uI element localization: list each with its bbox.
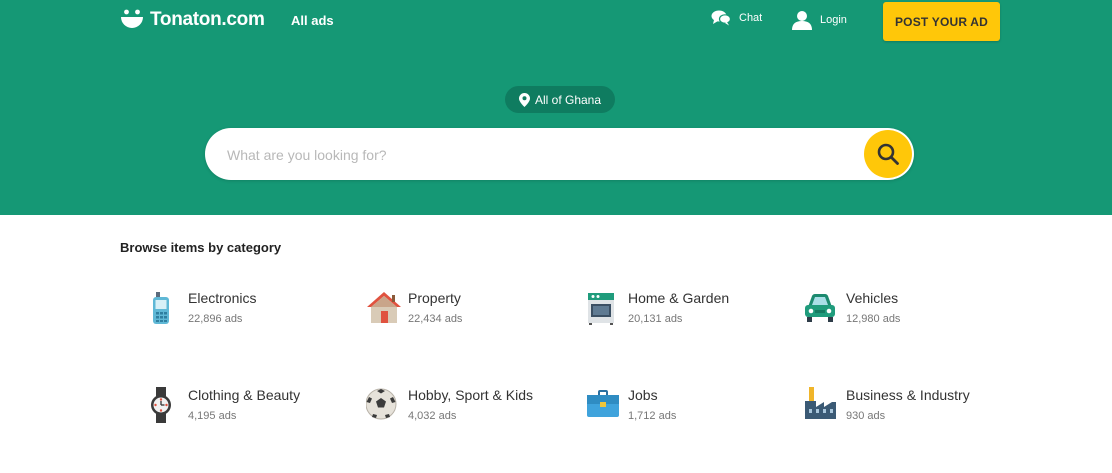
category-name: Jobs <box>628 387 658 403</box>
site-logo[interactable]: Tonaton.com <box>120 7 265 33</box>
category-count: 930 ads <box>846 410 886 422</box>
category-name: Property <box>408 290 461 306</box>
category-property[interactable]: Property 22,434 ads <box>366 290 576 340</box>
category-name: Hobby, Sport & Kids <box>408 387 534 403</box>
category-name: Business & Industry <box>846 387 970 403</box>
stove-icon <box>588 293 614 325</box>
football-icon <box>366 388 397 420</box>
category-name: Home & Garden <box>628 290 730 306</box>
chat-label: Chat <box>739 12 763 24</box>
category-jobs[interactable]: Jobs 1,712 ads <box>586 387 796 437</box>
chat-bubbles-icon <box>711 10 731 26</box>
login-label: Login <box>820 14 847 26</box>
house-icon <box>367 292 401 323</box>
search-input[interactable] <box>225 140 859 170</box>
category-clothing-beauty[interactable]: Clothing & Beauty 4,195 ads <box>146 387 356 437</box>
user-icon <box>792 11 812 30</box>
category-count: 4,032 ads <box>408 410 457 422</box>
category-business-industry[interactable]: Business & Industry 930 ads <box>804 387 1014 437</box>
category-vehicles[interactable]: Vehicles 12,980 ads <box>804 290 1014 340</box>
magnifier-icon <box>877 143 899 165</box>
category-count: 22,434 ads <box>408 313 463 325</box>
watch-icon <box>151 387 171 423</box>
location-label: All of Ghana <box>534 92 602 107</box>
search-button[interactable] <box>864 130 912 178</box>
category-count: 12,980 ads <box>846 313 901 325</box>
category-hobby-sport-kids[interactable]: Hobby, Sport & Kids 4,032 ads <box>366 387 576 437</box>
category-count: 4,195 ads <box>188 410 237 422</box>
logo-text: Tonaton.com <box>150 9 265 30</box>
category-count: 22,896 ads <box>188 313 243 325</box>
category-count: 1,712 ads <box>628 410 677 422</box>
factory-icon <box>805 387 836 419</box>
category-name: Clothing & Beauty <box>188 387 301 403</box>
search-bar <box>205 128 914 180</box>
briefcase-icon <box>587 390 619 417</box>
category-name: Electronics <box>188 290 257 306</box>
map-pin-icon <box>518 92 530 107</box>
hero-banner: Tonaton.com All ads Chat Login POST YOUR… <box>0 0 1112 215</box>
car-icon <box>805 294 835 322</box>
browse-title: Browse items by category <box>120 240 282 255</box>
category-name: Vehicles <box>846 290 899 306</box>
category-home-garden[interactable]: Home & Garden 20,131 ads <box>586 290 796 340</box>
login-link[interactable]: Login <box>792 10 847 30</box>
location-selector[interactable]: All of Ghana <box>505 86 615 113</box>
all-ads-link[interactable]: All ads <box>291 13 334 28</box>
category-electronics[interactable]: Electronics 22,896 ads <box>146 290 356 340</box>
post-ad-button[interactable]: POST YOUR AD <box>883 2 1000 41</box>
chat-link[interactable]: Chat <box>711 10 762 26</box>
category-count: 20,131 ads <box>628 313 683 325</box>
smiley-logo-icon <box>121 9 143 28</box>
mobile-phone-icon <box>153 292 169 324</box>
